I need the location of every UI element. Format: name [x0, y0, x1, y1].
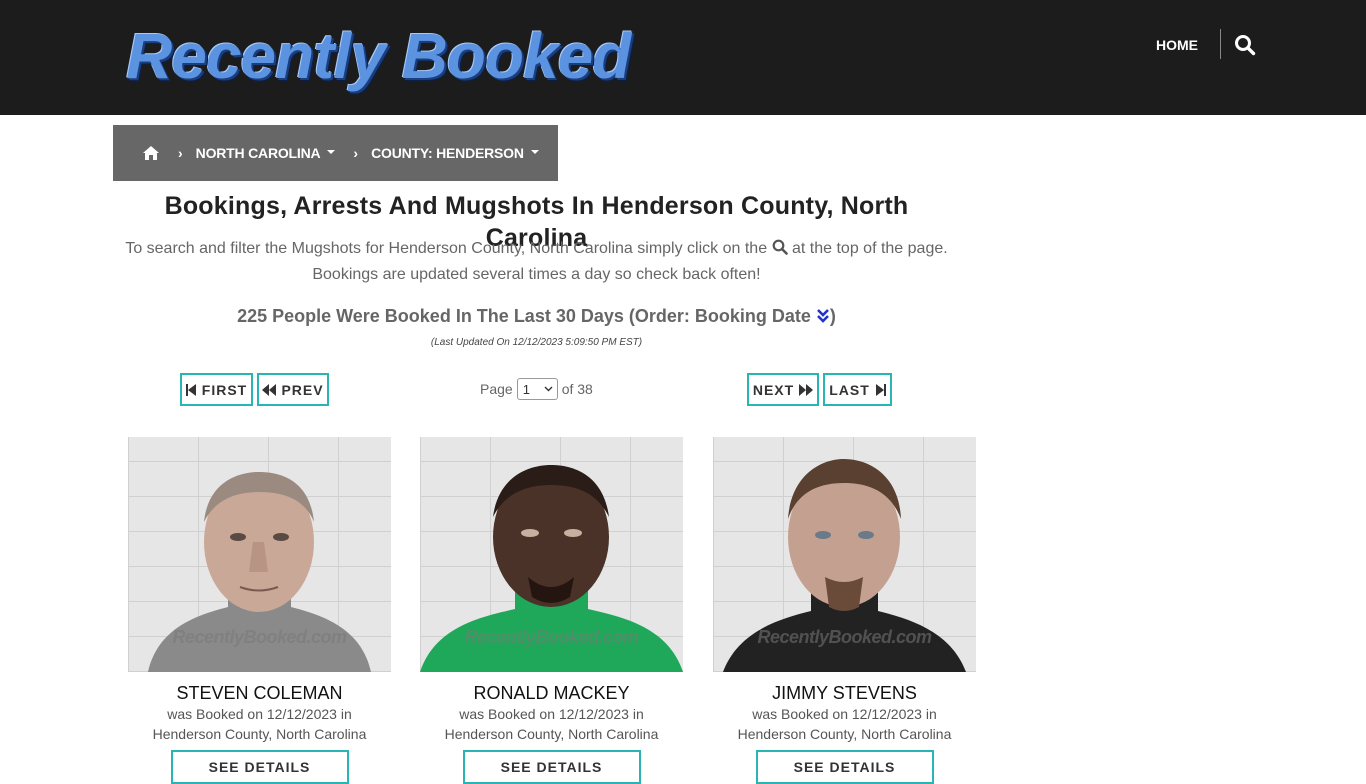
- first-page-label: FIRST: [201, 381, 248, 398]
- step-forward-icon: [875, 383, 886, 396]
- booking-location-text: Henderson County, North Carolina: [152, 726, 367, 742]
- booking-card[interactable]: RecentlyBooked.com RONALD MACKEY was Boo…: [420, 437, 683, 784]
- mugshot-photo[interactable]: RecentlyBooked.com: [713, 437, 976, 672]
- photo-watermark: RecentlyBooked.com: [464, 627, 639, 647]
- intro-text-part1: To search and filter the Mugshots for He…: [125, 240, 768, 257]
- photo-watermark: RecentlyBooked.com: [172, 627, 347, 647]
- see-details-button[interactable]: SEE DETAILS: [462, 750, 641, 784]
- prev-page-label: PREV: [281, 381, 324, 398]
- last-page-label: LAST: [829, 381, 870, 398]
- breadcrumb: › NORTH CAROLINA › COUNTY: HENDERSON: [113, 125, 558, 181]
- last-updated: (Last Updated On 12/12/2023 5:09:50 PM E…: [430, 337, 643, 348]
- booking-card[interactable]: RecentlyBooked.com JIMMY STEVENS was Boo…: [713, 437, 976, 784]
- nav-home-link[interactable]: HOME: [1156, 34, 1198, 56]
- booking-name[interactable]: STEVEN COLEMAN: [128, 682, 391, 704]
- chevron-right-icon: ›: [178, 145, 183, 161]
- booking-date-text: was Booked on 12/12/2023 in: [752, 706, 937, 722]
- see-details-button[interactable]: SEE DETAILS: [170, 750, 349, 784]
- site-header: Recently Booked HOME: [0, 0, 1366, 115]
- chevron-down-icon: [544, 386, 553, 392]
- site-logo[interactable]: Recently Booked: [126, 20, 631, 92]
- prev-page-button[interactable]: PREV: [257, 373, 329, 406]
- step-backward-icon: [185, 383, 196, 396]
- nav-divider: [1220, 29, 1221, 59]
- page-select[interactable]: 1: [516, 378, 558, 400]
- page-total: of 38: [561, 381, 593, 397]
- backward-icon: [262, 383, 277, 396]
- next-page-label: NEXT: [752, 381, 795, 398]
- breadcrumb-county-label: COUNTY: HENDERSON: [371, 145, 524, 161]
- caret-down-icon: [530, 150, 539, 155]
- forward-icon: [799, 383, 814, 396]
- intro-text: To search and filter the Mugshots for He…: [113, 236, 960, 288]
- breadcrumb-state-label: NORTH CAROLINA: [195, 145, 321, 161]
- breadcrumb-state[interactable]: NORTH CAROLINA: [196, 145, 336, 161]
- booking-count: 225 People Were Booked In The Last 30 Da…: [113, 303, 960, 329]
- search-icon: [772, 238, 788, 255]
- home-icon[interactable]: [142, 145, 160, 161]
- first-page-button[interactable]: FIRST: [180, 373, 253, 406]
- booking-name[interactable]: RONALD MACKEY: [420, 682, 683, 704]
- page-label: Page: [480, 381, 513, 397]
- booking-name[interactable]: JIMMY STEVENS: [713, 682, 976, 704]
- booking-location-text: Henderson County, North Carolina: [444, 726, 659, 742]
- booking-date-text: was Booked on 12/12/2023 in: [167, 706, 352, 722]
- page-select-value: 1: [522, 381, 530, 397]
- next-page-button[interactable]: NEXT: [747, 373, 819, 406]
- page-indicator: Page 1 of 38: [480, 377, 593, 401]
- mugshot-photo[interactable]: RecentlyBooked.com: [420, 437, 683, 672]
- see-details-button[interactable]: SEE DETAILS: [755, 750, 934, 784]
- booking-date-text: was Booked on 12/12/2023 in: [459, 706, 644, 722]
- booking-count-close: ): [829, 306, 836, 326]
- caret-down-icon: [327, 150, 336, 155]
- double-chevron-down-icon[interactable]: [816, 305, 830, 323]
- chevron-right-icon: ›: [353, 145, 359, 161]
- photo-watermark: RecentlyBooked.com: [757, 627, 932, 647]
- mugshot-photo[interactable]: RecentlyBooked.com: [128, 437, 391, 672]
- booking-count-text: 225 People Were Booked In The Last 30 Da…: [237, 306, 811, 326]
- booking-location-text: Henderson County, North Carolina: [737, 726, 952, 742]
- breadcrumb-county[interactable]: COUNTY: HENDERSON: [371, 145, 539, 161]
- booking-card[interactable]: RecentlyBooked.com STEVEN COLEMAN was Bo…: [128, 437, 391, 784]
- search-icon[interactable]: [1234, 34, 1256, 56]
- last-page-button[interactable]: LAST: [823, 373, 892, 406]
